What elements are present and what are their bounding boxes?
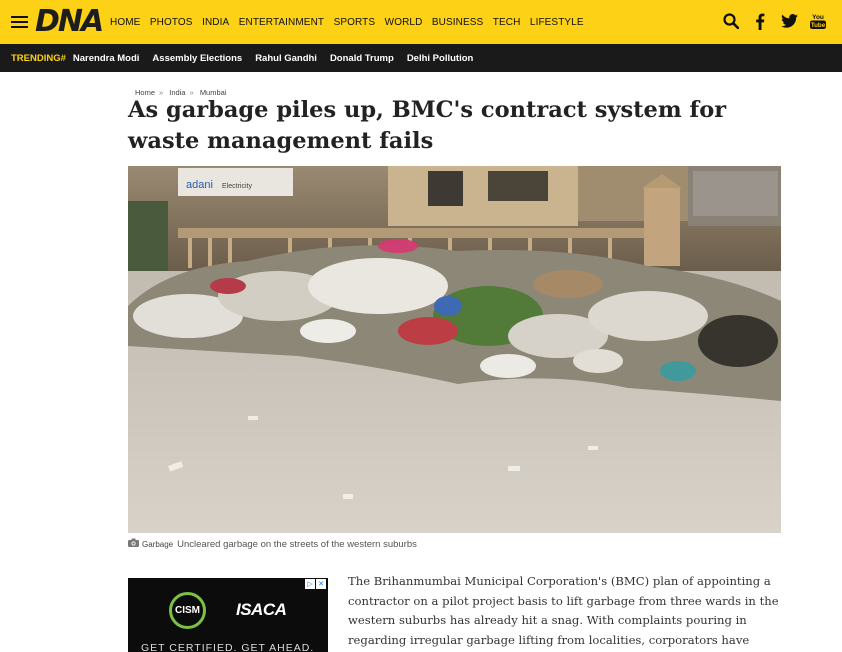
article-body: The Brihanmumbai Municipal Corporation's… bbox=[348, 574, 779, 647]
advertisement[interactable]: ▷ ✕ CISM ISACA GET CERTIFIED. GET AHEAD. bbox=[128, 578, 328, 652]
nav-photos[interactable]: PHOTOS bbox=[150, 17, 193, 28]
twitter-icon[interactable] bbox=[779, 11, 799, 31]
caption-credit: Garbage bbox=[142, 539, 174, 549]
ad-tagline: GET CERTIFIED. GET AHEAD. bbox=[141, 642, 315, 652]
ad-logo-isaca: ISACA bbox=[236, 600, 287, 619]
close-icon[interactable]: ✕ bbox=[316, 579, 326, 589]
menu-icon[interactable] bbox=[11, 16, 28, 29]
nav-business[interactable]: BUSINESS bbox=[432, 17, 483, 28]
trending-bar: TRENDING# Narendra Modi Assembly Electio… bbox=[0, 44, 842, 72]
photo-caption: Garbage Uncleared garbage on the streets… bbox=[128, 538, 417, 550]
trending-item[interactable]: Narendra Modi bbox=[73, 53, 140, 64]
trending-item[interactable]: Rahul Gandhi bbox=[255, 53, 317, 64]
nav-sports[interactable]: SPORTS bbox=[334, 17, 376, 28]
svg-text:You: You bbox=[812, 14, 824, 21]
header-icons: You Tube bbox=[712, 11, 828, 31]
article-photo: adani Electricity bbox=[128, 166, 781, 533]
trending-item[interactable]: Donald Trump bbox=[330, 53, 394, 64]
shop-sign-text: adani bbox=[186, 179, 213, 191]
ad-controls: ▷ ✕ bbox=[304, 579, 326, 589]
nav-entertainment[interactable]: ENTERTAINMENT bbox=[239, 17, 324, 28]
svg-text:Tube: Tube bbox=[811, 22, 826, 29]
shop-sign-subtext: Electricity bbox=[222, 183, 252, 190]
nav-home[interactable]: HOME bbox=[110, 17, 140, 28]
trending-item[interactable]: Assembly Elections bbox=[152, 53, 242, 64]
facebook-icon[interactable] bbox=[750, 11, 770, 31]
site-logo[interactable]: DNA bbox=[35, 5, 104, 39]
search-icon[interactable] bbox=[721, 11, 741, 31]
top-navbar: DNA HOME PHOTOS INDIA ENTERTAINMENT SPOR… bbox=[0, 0, 842, 44]
caption-text: Uncleared garbage on the streets of the … bbox=[177, 538, 417, 550]
article-headline: As garbage piles up, BMC's contract syst… bbox=[128, 97, 727, 154]
nav-lifestyle[interactable]: LIFESTYLE bbox=[530, 17, 584, 28]
main-nav: HOME PHOTOS INDIA ENTERTAINMENT SPORTS W… bbox=[110, 0, 593, 44]
ad-logo-cism: CISM bbox=[169, 592, 206, 629]
nav-world[interactable]: WORLD bbox=[385, 17, 423, 28]
nav-india[interactable]: INDIA bbox=[202, 17, 229, 28]
trending-label: TRENDING# bbox=[11, 52, 66, 64]
youtube-icon[interactable]: You Tube bbox=[808, 11, 828, 31]
nav-tech[interactable]: TECH bbox=[493, 17, 521, 28]
camera-icon bbox=[128, 538, 139, 550]
trending-item[interactable]: Delhi Pollution bbox=[407, 53, 474, 64]
adchoices-icon[interactable]: ▷ bbox=[305, 579, 315, 589]
